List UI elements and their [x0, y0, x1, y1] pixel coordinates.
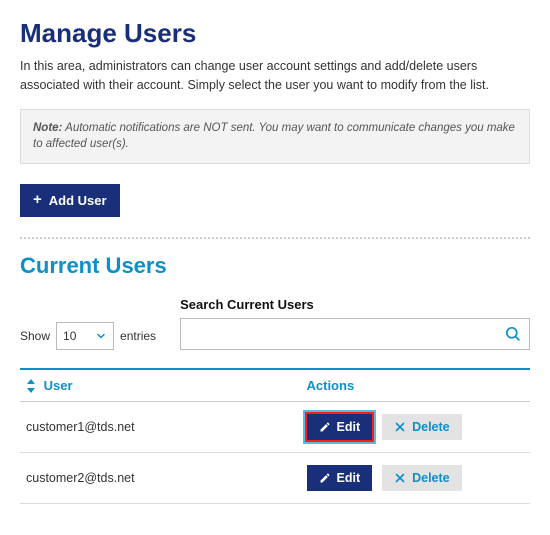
- add-user-button[interactable]: + Add User: [20, 184, 120, 217]
- col-actions-label: Actions: [307, 378, 355, 393]
- chevron-down-icon: [95, 330, 107, 342]
- delete-label: Delete: [412, 471, 450, 485]
- page-title: Manage Users: [20, 18, 530, 49]
- page-size-select[interactable]: 10: [56, 322, 114, 350]
- delete-button[interactable]: Delete: [382, 465, 462, 491]
- show-label: Show: [20, 329, 50, 343]
- search-label: Search Current Users: [180, 297, 530, 312]
- delete-label: Delete: [412, 420, 450, 434]
- search-field: [180, 318, 530, 350]
- actions-cell: Edit Delete: [301, 402, 531, 453]
- page-size-value: 10: [63, 329, 76, 343]
- note-text: Automatic notifications are NOT sent. Yo…: [33, 122, 515, 151]
- add-user-label: Add User: [49, 193, 107, 208]
- table-row: customer2@tds.net Edit Delete: [20, 453, 530, 504]
- col-actions-header: Actions: [301, 369, 531, 402]
- col-user-header[interactable]: User: [20, 369, 301, 402]
- edit-button[interactable]: Edit: [307, 465, 373, 491]
- page-size-control: Show 10 entries: [20, 304, 156, 350]
- edit-label: Edit: [337, 420, 361, 434]
- user-cell: customer2@tds.net: [20, 453, 301, 504]
- pencil-icon: [319, 472, 331, 484]
- table-row: customer1@tds.net Edit Delete: [20, 402, 530, 453]
- edit-label: Edit: [337, 471, 361, 485]
- search-icon[interactable]: [496, 325, 529, 342]
- close-icon: [394, 421, 406, 433]
- search-input[interactable]: [181, 319, 496, 349]
- note-label: Note:: [33, 122, 62, 134]
- col-user-label: User: [44, 378, 73, 393]
- current-users-heading: Current Users: [20, 253, 530, 279]
- users-table: User Actions customer1@tds.net Edit Delete…: [20, 368, 530, 505]
- close-icon: [394, 472, 406, 484]
- entries-label: entries: [120, 329, 156, 343]
- edit-button[interactable]: Edit: [307, 414, 373, 440]
- user-cell: customer1@tds.net: [20, 402, 301, 453]
- actions-cell: Edit Delete: [301, 453, 531, 504]
- pencil-icon: [319, 421, 331, 433]
- sort-icon: [26, 379, 36, 393]
- page-intro: In this area, administrators can change …: [20, 57, 530, 95]
- section-divider: [20, 237, 530, 239]
- note-box: Note: Automatic notifications are NOT se…: [20, 109, 530, 164]
- delete-button[interactable]: Delete: [382, 414, 462, 440]
